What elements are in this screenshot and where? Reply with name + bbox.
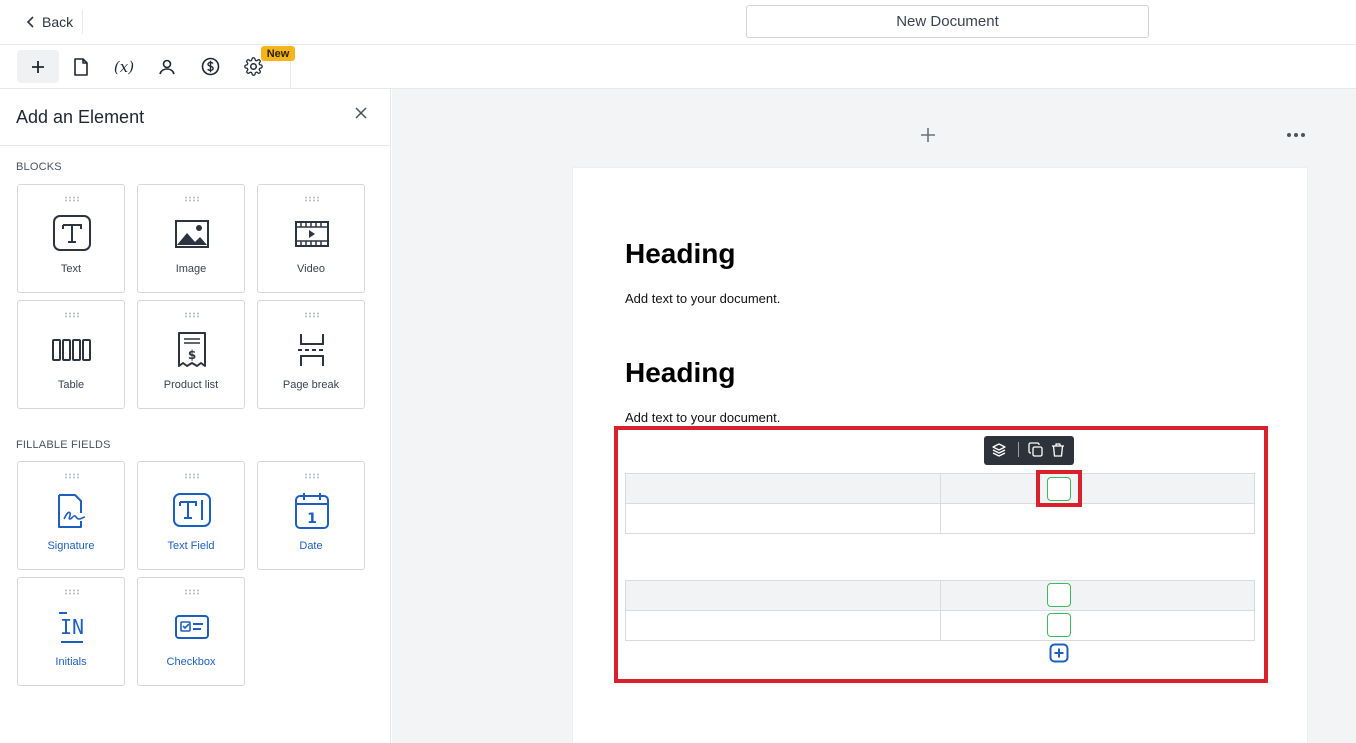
drag-handle-icon — [185, 196, 199, 202]
top-bar: Back New Document — [0, 0, 1356, 45]
gear-icon — [243, 57, 263, 76]
table-icon — [52, 331, 92, 369]
close-icon[interactable] — [353, 105, 369, 121]
block-video[interactable]: Video — [257, 184, 365, 293]
variable-icon: (x) — [113, 57, 135, 76]
drag-handle-icon — [185, 589, 199, 595]
block-image[interactable]: Image — [137, 184, 245, 293]
panel-title: Add an Element — [16, 107, 145, 127]
page-break-icon — [292, 331, 332, 369]
section-label-fillable-fields: FILLABLE FIELDS — [16, 439, 111, 451]
svg-text:IN: IN — [60, 615, 84, 639]
tile-label: Image — [175, 263, 207, 275]
field-text-field[interactable]: Text Field — [137, 461, 245, 570]
field-date[interactable]: 1 Date — [257, 461, 365, 570]
heading[interactable]: Heading — [625, 357, 735, 389]
tile-label: Signature — [47, 540, 95, 552]
page-button[interactable] — [60, 50, 102, 83]
back-label: Back — [42, 14, 74, 30]
tile-label: Table — [57, 379, 85, 391]
product-list-icon: $ — [172, 331, 212, 369]
svg-text:1: 1 — [307, 511, 317, 527]
divider — [82, 10, 83, 34]
drag-handle-icon — [65, 473, 79, 479]
back-button[interactable]: Back — [26, 12, 73, 32]
block-page-break[interactable]: Page break — [257, 300, 365, 409]
drag-handle-icon — [305, 196, 319, 202]
drag-handle-icon — [185, 312, 199, 318]
variables-button[interactable]: (x) — [103, 50, 145, 83]
document-title: New Document — [896, 13, 999, 30]
tile-label: Date — [299, 540, 323, 552]
date-icon: 1 — [292, 492, 332, 530]
field-signature[interactable]: Signature — [17, 461, 125, 570]
plus-icon — [32, 60, 44, 73]
divider — [0, 145, 390, 146]
selected-checkbox-outline — [1036, 470, 1082, 507]
add-element-panel: Add an Element BLOCKS Text Image Video T… — [0, 89, 391, 743]
drag-handle-icon — [65, 312, 79, 318]
tile-label: Page break — [282, 379, 340, 391]
block-product-list[interactable]: $ Product list — [137, 300, 245, 409]
page-icon — [74, 57, 88, 76]
field-initials[interactable]: IN Initials — [17, 577, 125, 686]
tile-label: Product list — [163, 379, 219, 391]
initials-icon: IN — [52, 608, 92, 646]
block-text[interactable]: Text — [17, 184, 125, 293]
section-label-blocks: BLOCKS — [16, 161, 62, 173]
drag-handle-icon — [305, 473, 319, 479]
signature-icon — [52, 492, 92, 530]
tile-label: Text Field — [167, 540, 215, 552]
tile-label: Checkbox — [166, 656, 216, 668]
tile-label: Text — [60, 263, 82, 275]
block-table[interactable]: Table — [17, 300, 125, 409]
paragraph[interactable]: Add text to your document. — [625, 410, 780, 425]
drag-handle-icon — [305, 312, 319, 318]
text-field-icon — [172, 492, 212, 530]
image-icon — [172, 215, 212, 253]
dollar-icon — [201, 57, 219, 76]
tile-label: Video — [297, 263, 325, 275]
paragraph[interactable]: Add text to your document. — [625, 291, 780, 306]
add-page-icon[interactable] — [920, 127, 936, 143]
add-element-button[interactable] — [17, 50, 59, 83]
more-options-icon[interactable] — [1286, 132, 1306, 138]
recipients-button[interactable] — [146, 50, 188, 83]
field-checkbox[interactable]: Checkbox — [137, 577, 245, 686]
drag-handle-icon — [65, 589, 79, 595]
text-block-icon — [52, 215, 92, 253]
svg-text:$: $ — [188, 348, 196, 362]
drag-handle-icon — [185, 473, 199, 479]
chevron-left-icon — [26, 16, 34, 28]
editor-toolbar: (x) — [0, 45, 1356, 89]
drag-handle-icon — [65, 196, 79, 202]
heading[interactable]: Heading — [625, 238, 735, 270]
user-icon — [159, 59, 175, 74]
checkbox-icon — [172, 608, 212, 646]
video-icon — [292, 215, 332, 253]
document-page: Heading Add text to your document. Headi… — [573, 168, 1307, 743]
selected-block-outline — [614, 426, 1268, 683]
document-title-input[interactable]: New Document — [746, 5, 1149, 38]
document-canvas: Heading Add text to your document. Headi… — [392, 89, 1356, 743]
new-badge: New — [261, 46, 295, 61]
pricing-button[interactable] — [189, 50, 231, 83]
tile-label: Initials — [55, 656, 87, 668]
